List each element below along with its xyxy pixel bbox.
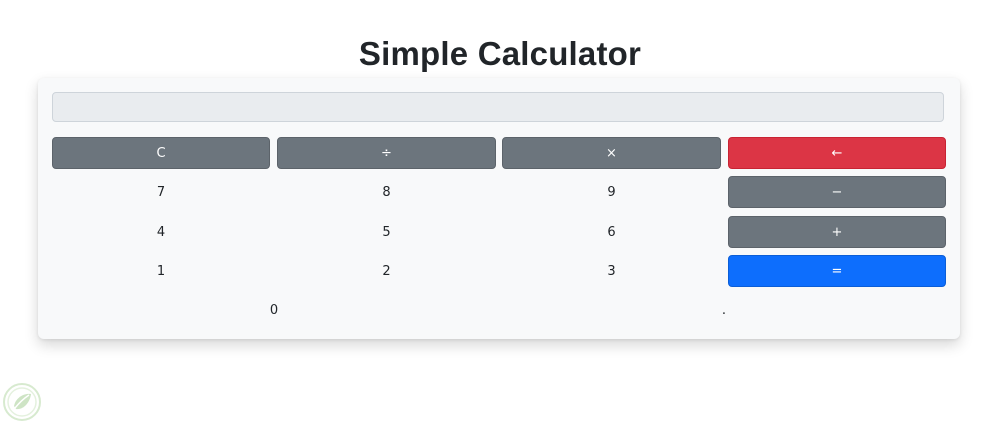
equals-button[interactable]: = (728, 255, 946, 287)
add-button[interactable]: + (728, 216, 946, 248)
decimal-button[interactable]: . (502, 294, 946, 326)
multiply-button[interactable]: × (502, 137, 721, 169)
calculator-panel: C ÷ × ← 7 8 9 − 4 5 6 + 1 2 3 = 0 . (38, 78, 960, 339)
page-title: Simple Calculator (358, 35, 642, 72)
digit-6-button[interactable]: 6 (502, 216, 721, 248)
digit-3-button[interactable]: 3 (502, 255, 721, 287)
digit-1-button[interactable]: 1 (52, 255, 270, 287)
digit-7-button[interactable]: 7 (52, 176, 270, 208)
digit-4-button[interactable]: 4 (52, 216, 270, 248)
clear-button[interactable]: C (52, 137, 270, 169)
digit-5-button[interactable]: 5 (277, 216, 496, 248)
digit-8-button[interactable]: 8 (277, 176, 496, 208)
calculator-display[interactable] (52, 92, 944, 122)
digit-2-button[interactable]: 2 (277, 255, 496, 287)
digit-0-button[interactable]: 0 (52, 294, 496, 326)
page: Simple Calculator C ÷ × ← 7 8 9 − 4 5 6 … (0, 0, 1000, 425)
divide-button[interactable]: ÷ (277, 137, 496, 169)
backspace-button[interactable]: ← (728, 137, 946, 169)
subtract-button[interactable]: − (728, 176, 946, 208)
leaf-logo-icon (3, 383, 41, 421)
digit-9-button[interactable]: 9 (502, 176, 721, 208)
